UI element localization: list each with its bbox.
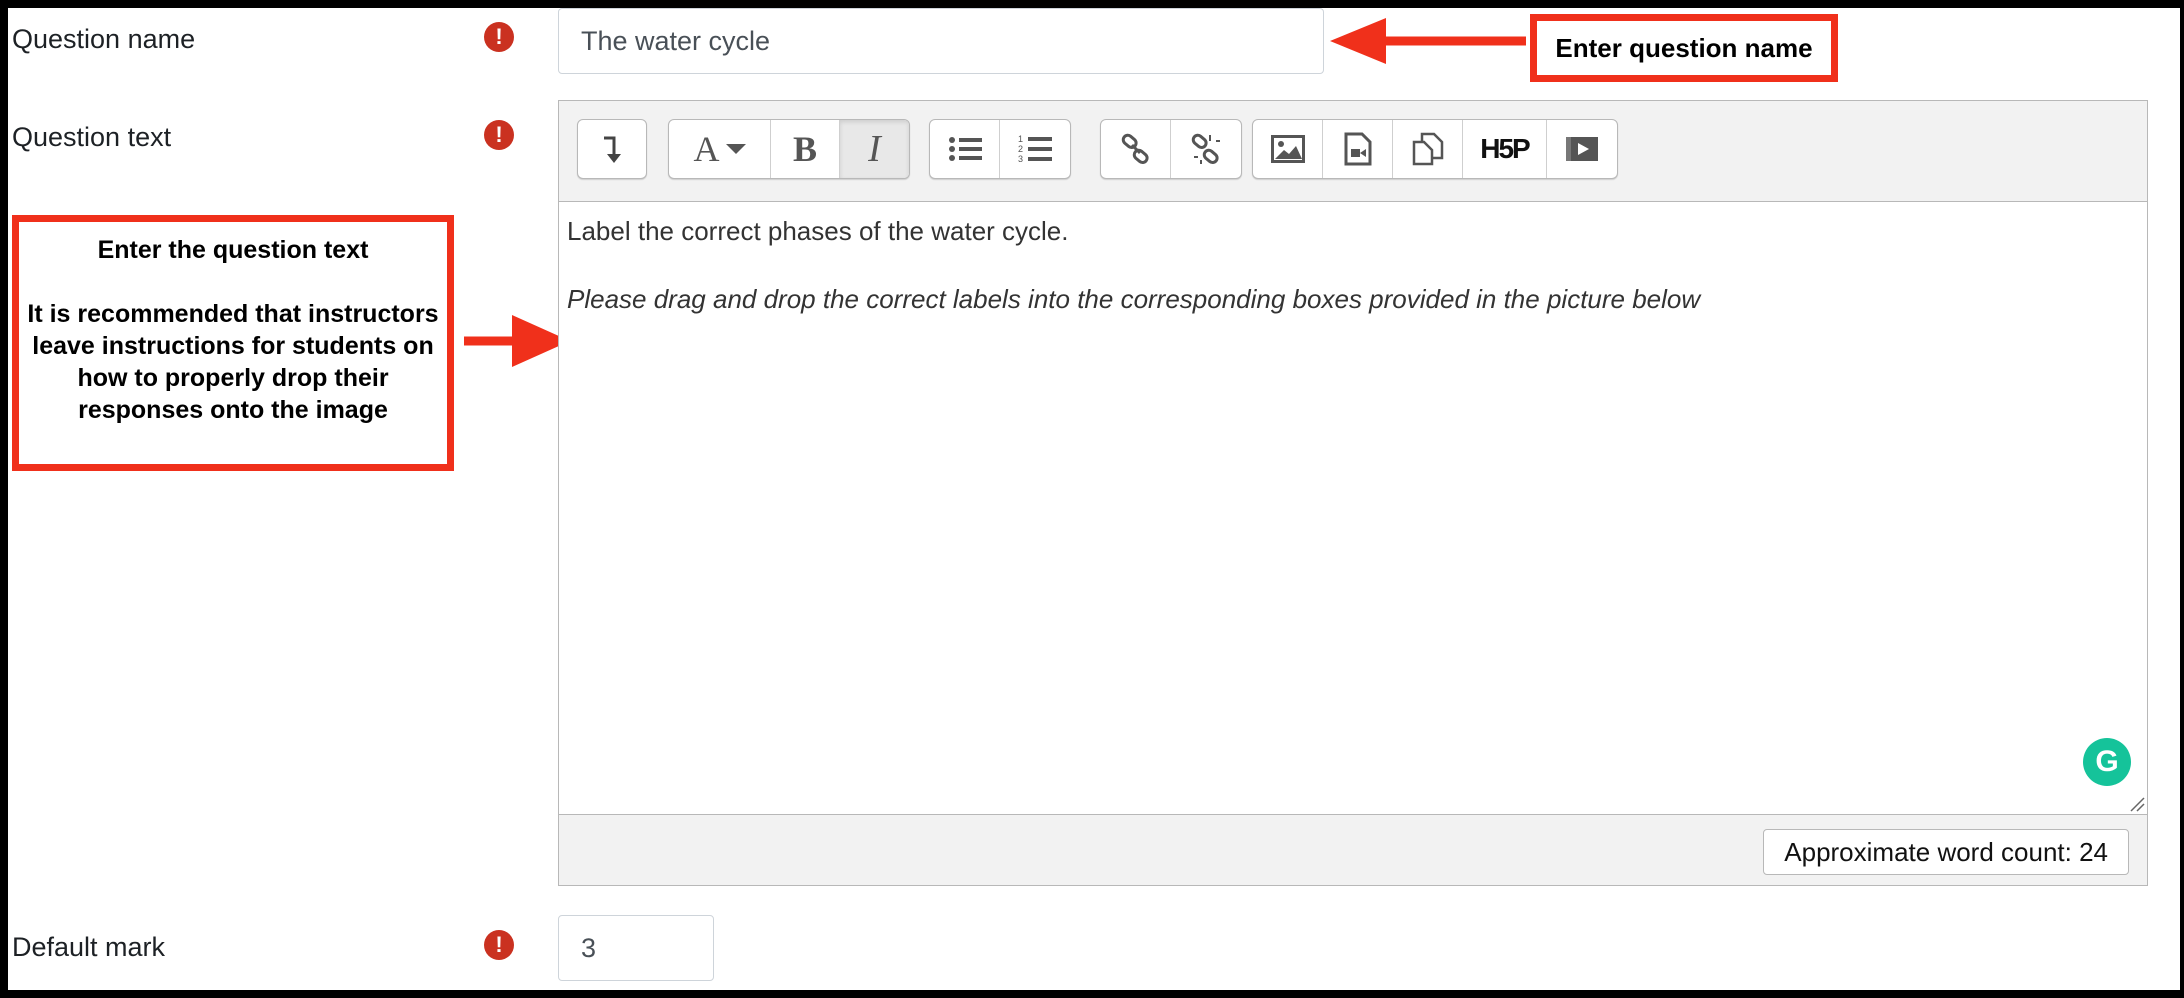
word-count-button[interactable]: Approximate word count: 24 [1763,829,2129,875]
bold-icon: B [792,129,817,169]
manage-files-button[interactable] [1393,120,1463,178]
collapse-button[interactable] [578,120,646,178]
unordered-list-icon [948,137,982,161]
question-name-label: Question name [12,24,196,54]
content-line-1: Label the correct phases of the water cy… [567,216,1069,246]
video-icon [1566,137,1598,161]
manage-files-icon [1412,132,1443,166]
required-icon: ! [484,22,514,52]
font-style-button[interactable]: A [669,120,771,178]
italic-button[interactable]: I [840,120,909,178]
content-line-2: Please drag and drop the correct labels … [567,284,1701,314]
toolbar-group-links [1100,119,1242,179]
callout-body: It is recommended that instructors leave… [27,300,439,424]
svg-text:3: 3 [1018,154,1023,164]
video-button[interactable] [1547,120,1617,178]
h5p-button[interactable]: H5P [1463,120,1547,178]
unordered-list-button[interactable] [930,120,1000,178]
svg-text:1: 1 [1018,134,1023,144]
toolbar-group-lists: 1 2 3 [929,119,1071,179]
italic-icon: I [868,128,881,170]
default-mark-label: Default mark [12,932,166,962]
arrow-left-icon [1330,18,1526,64]
toolbar-group-media: H5P [1252,119,1618,179]
unlink-icon [1191,133,1220,164]
bold-button[interactable]: B [771,120,840,178]
default-mark-input[interactable]: 3 [558,915,714,981]
svg-text:2: 2 [1018,144,1023,154]
link-button[interactable] [1101,120,1171,178]
callout-title: Enter the question text [97,236,369,264]
form-frame: Question name ! The water cycle Enter qu… [8,8,2180,990]
ordered-list-button[interactable]: 1 2 3 [1000,120,1070,178]
image-button[interactable] [1253,120,1323,178]
editor-content[interactable]: Label the correct phases of the water cy… [559,201,2147,815]
question-name-callout: Enter question name [1530,14,1838,82]
question-name-input[interactable]: The water cycle [558,8,1324,74]
question-text-label: Question text [12,122,172,152]
media-button[interactable] [1323,120,1393,178]
toolbar-group-collapse [577,119,647,179]
toolbar-group-style: A B I [668,119,910,179]
required-icon: ! [484,930,514,960]
resize-handle-icon[interactable] [2129,796,2145,812]
collapse-icon [604,136,621,163]
chevron-down-icon [725,144,746,154]
link-icon [1121,133,1149,164]
media-icon [1344,132,1371,166]
question-text-callout: Enter the question text It is recommende… [12,215,454,471]
rich-text-editor: A B I 1 2 3 H5P Label the correct phases… [558,100,2148,886]
required-icon: ! [484,120,514,150]
grammarly-icon[interactable]: G [2083,738,2131,786]
image-icon [1270,135,1305,163]
ordered-list-icon: 1 2 3 [1018,134,1052,164]
font-style-icon: A [693,129,720,169]
unlink-button[interactable] [1171,120,1241,178]
h5p-icon: H5P [1480,133,1530,164]
